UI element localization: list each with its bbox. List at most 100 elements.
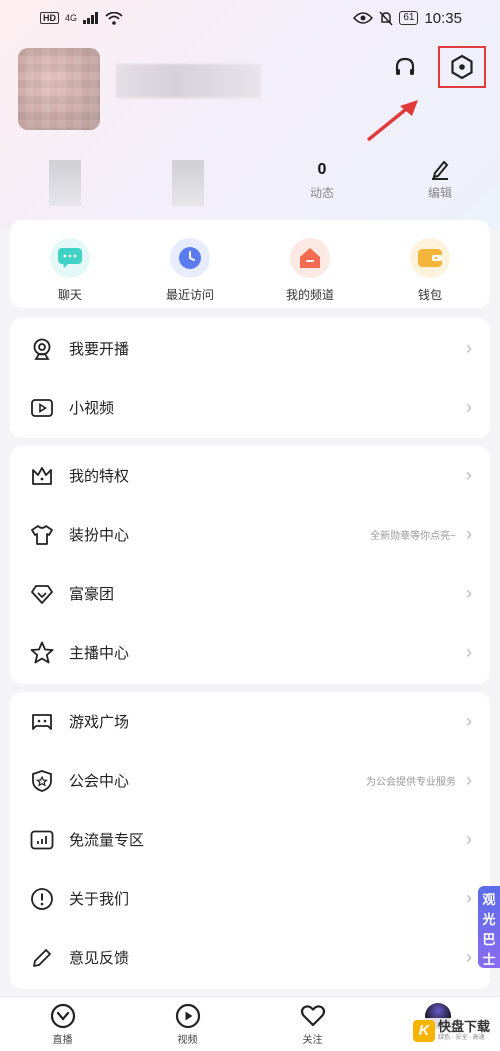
hd-badge: HD [40, 12, 59, 24]
menu-item-label: 关于我们 [69, 891, 130, 908]
stats-row: 0 动态 编辑 [0, 158, 500, 214]
nav-follow[interactable]: 关注 [268, 1002, 358, 1046]
shield-star-icon [30, 769, 54, 793]
chevron-right-icon: › [466, 397, 472, 417]
menu-item-label: 主播中心 [69, 645, 130, 662]
battery-indicator: 61 [399, 11, 419, 25]
menu-item-label: 免流量专区 [69, 832, 145, 849]
quick-action-label: 钱包 [417, 288, 442, 302]
play-square-icon [30, 396, 54, 420]
nav-video[interactable]: 视频 [143, 1002, 233, 1046]
chat-bubble-icon [50, 238, 90, 278]
star-icon [30, 641, 54, 665]
gamepad-icon [30, 710, 54, 734]
menu-item-hint: 全新勋章等你点亮~ [370, 531, 456, 542]
sightseeing-bus-badge[interactable]: 观光巴士 [478, 886, 500, 968]
headphones-button[interactable] [390, 52, 420, 82]
nickname-redacted [116, 64, 261, 98]
moments-count: 0 [317, 161, 327, 178]
annotation-arrow [366, 100, 418, 142]
network-type: 4G [65, 13, 78, 23]
quick-action-label: 聊天 [57, 288, 82, 302]
chevron-right-icon: › [466, 338, 472, 358]
clock-icon [170, 238, 210, 278]
stat-followers-redacted[interactable] [25, 158, 105, 206]
live-icon [18, 1002, 108, 1030]
menu-item-label: 我的特权 [69, 468, 130, 485]
status-bar: HD 4G 61 10:35 [0, 0, 500, 36]
quick-action-recent[interactable]: 最近访问 [140, 238, 240, 308]
nav-live[interactable]: 直播 [18, 1002, 108, 1046]
nav-label: 视频 [177, 1035, 198, 1046]
diamond-icon [30, 582, 54, 606]
house-icon [290, 238, 330, 278]
stat-moments[interactable]: 0 动态 [282, 158, 362, 201]
menu-item-go-live[interactable]: 我要开播 › [10, 319, 490, 378]
watermark-title: 快盘下载 [437, 1019, 490, 1034]
menu-item-rich-club[interactable]: 富豪团 › [10, 564, 490, 623]
video-icon [143, 1002, 233, 1030]
edit-profile-button[interactable]: 编辑 [400, 158, 480, 201]
menu-item-about-us[interactable]: 关于我们 › [10, 869, 490, 928]
moments-label: 动态 [309, 186, 334, 200]
menu-item-label: 装扮中心 [69, 527, 130, 544]
stat-fans-redacted[interactable] [148, 158, 228, 206]
wallet-icon [410, 238, 450, 278]
shirt-icon [30, 523, 54, 547]
clock: 10:35 [424, 9, 462, 27]
quick-action-chat[interactable]: 聊天 [20, 238, 120, 308]
menu-item-dressup-center[interactable]: 装扮中心 全新勋章等你点亮~ › [10, 505, 490, 564]
menu-item-label: 我要开播 [69, 341, 130, 358]
chevron-right-icon: › [466, 888, 472, 908]
watermark-logo: K [412, 1020, 435, 1042]
menu-item-label: 游戏广场 [69, 714, 130, 731]
chevron-right-icon: › [466, 465, 472, 485]
menu-item-label: 公会中心 [69, 773, 130, 790]
menu-item-anchor-center[interactable]: 主播中心 › [10, 623, 490, 682]
quick-actions-card: 聊天 最近访问 我的频道 钱包 [10, 220, 490, 308]
signal-icon [83, 12, 99, 24]
profile-block[interactable] [18, 48, 261, 130]
quick-action-channel[interactable]: 我的频道 [260, 238, 360, 308]
pencil-icon [432, 160, 449, 180]
eye-icon [353, 12, 374, 24]
nav-label: 直播 [52, 1035, 73, 1046]
signal-chart-icon [30, 828, 54, 852]
menu-card-streaming: 我要开播 › 小视频 › [10, 318, 490, 438]
heart-icon [268, 1002, 358, 1030]
gear-icon [451, 54, 473, 80]
menu-item-label: 富豪团 [69, 586, 115, 603]
menu-item-privileges[interactable]: 我的特权 › [10, 446, 490, 505]
quick-action-wallet[interactable]: 钱包 [380, 238, 480, 308]
menu-item-free-data-zone[interactable]: 免流量专区 › [10, 810, 490, 869]
crown-icon [30, 464, 54, 488]
menu-item-game-plaza[interactable]: 游戏广场 › [10, 692, 490, 751]
menu-card-privileges: 我的特权 › 装扮中心 全新勋章等你点亮~ › 富豪团 › 主播中心 › [10, 446, 490, 684]
menu-item-feedback[interactable]: 意见反馈 › [10, 928, 490, 987]
menu-item-hint: 为公会提供专业服务 [366, 777, 456, 788]
quick-action-label: 我的频道 [285, 288, 334, 302]
menu-item-label: 意见反馈 [69, 950, 130, 967]
wifi-icon [105, 11, 123, 25]
menu-item-guild-center[interactable]: 公会中心 为公会提供专业服务 › [10, 751, 490, 810]
menu-item-short-video[interactable]: 小视频 › [10, 378, 490, 437]
info-circle-icon [30, 887, 54, 911]
avatar[interactable] [18, 48, 100, 130]
webcam-icon [30, 337, 54, 361]
chevron-right-icon: › [466, 583, 472, 603]
chevron-right-icon: › [466, 642, 472, 662]
chevron-right-icon: › [466, 711, 472, 731]
settings-button[interactable] [438, 46, 486, 88]
nav-label: 关注 [302, 1035, 323, 1046]
headphones-icon [395, 57, 415, 75]
pencil-icon [30, 946, 54, 970]
menu-card-more: 游戏广场 › 公会中心 为公会提供专业服务 › 免流量专区 › 关于我们 › 意… [10, 692, 490, 989]
chevron-right-icon: › [466, 829, 472, 849]
mute-bell-icon [379, 10, 393, 26]
menu-item-label: 小视频 [69, 400, 115, 417]
chevron-right-icon: › [466, 770, 472, 790]
watermark-subtitle: 绿色 · 安全 · 高速 [437, 1035, 485, 1041]
chevron-right-icon: › [466, 524, 472, 544]
quick-action-label: 最近访问 [165, 288, 214, 302]
watermark: K 快盘下载 绿色 · 安全 · 高速 [408, 1018, 494, 1044]
